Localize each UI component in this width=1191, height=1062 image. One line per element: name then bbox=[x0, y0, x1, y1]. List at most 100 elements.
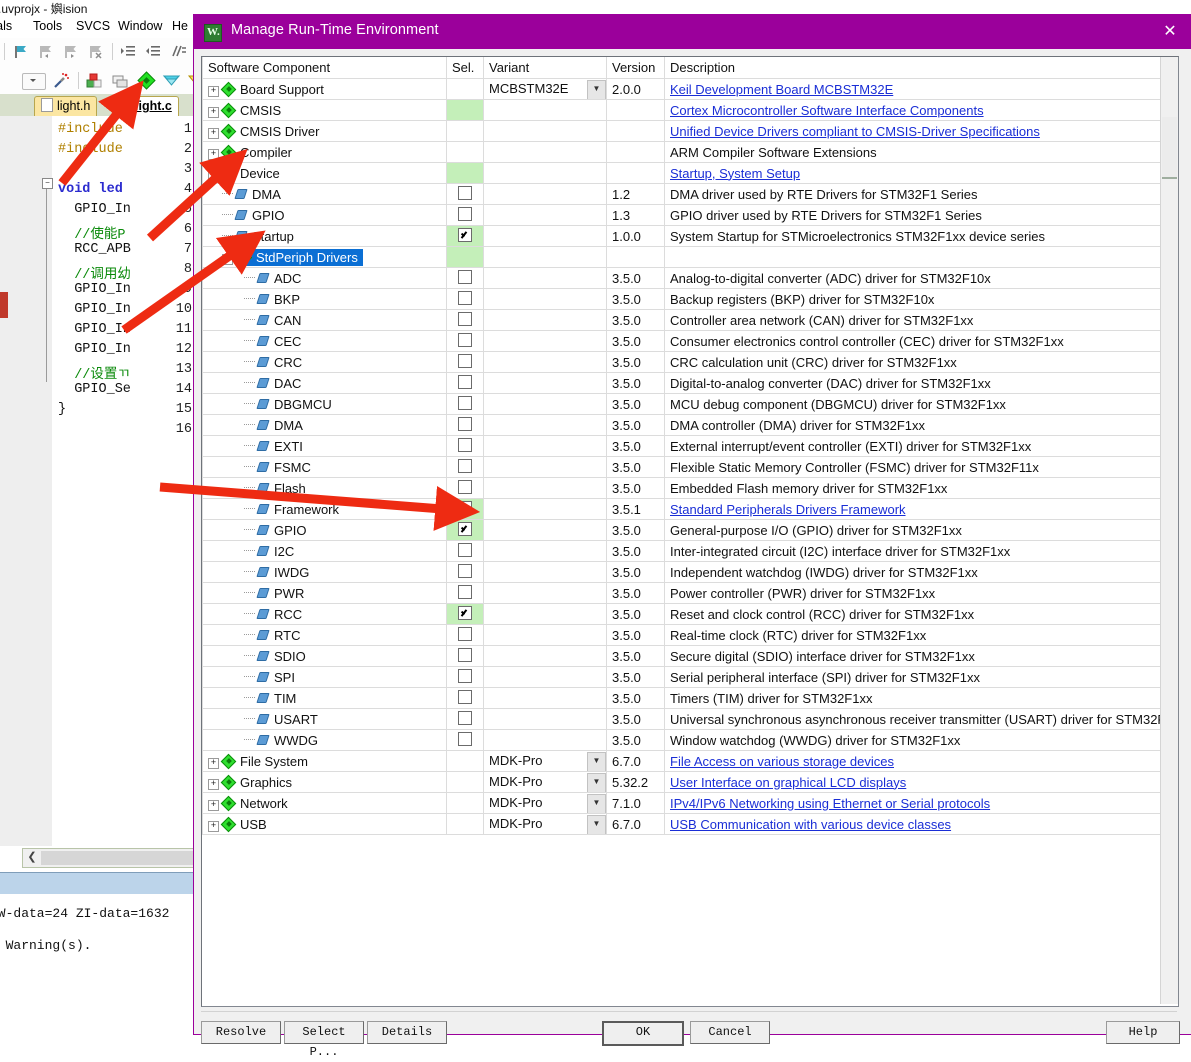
description-link[interactable]: File Access on various storage devices bbox=[670, 754, 894, 769]
variant-cell[interactable] bbox=[483, 687, 607, 709]
selection-cell[interactable] bbox=[446, 477, 484, 499]
selection-cell[interactable] bbox=[446, 78, 484, 100]
component-cell[interactable]: SPI bbox=[202, 666, 447, 688]
variant-cell[interactable] bbox=[483, 225, 607, 247]
table-row[interactable]: + Graphics MDK-Pro ▼ 5.32.2 User Interface on… bbox=[202, 771, 1160, 793]
component-cell[interactable]: CAN bbox=[202, 309, 447, 331]
chevron-down-icon[interactable]: ▼ bbox=[587, 752, 606, 771]
table-row[interactable]: IWDG 3.5.0 Independent watchdog (IWDG) dri… bbox=[202, 561, 1160, 583]
selection-cell[interactable] bbox=[446, 771, 484, 793]
selection-cell[interactable] bbox=[446, 582, 484, 604]
description-cell[interactable]: File Access on various storage devices bbox=[664, 750, 1160, 772]
component-checkbox[interactable] bbox=[458, 333, 472, 347]
table-row[interactable]: FSMC 3.5.0 Flexible Static Memory Controll… bbox=[202, 456, 1160, 478]
variant-cell[interactable] bbox=[483, 540, 607, 562]
tree-expander[interactable]: + bbox=[208, 85, 219, 97]
component-cell[interactable]: - Device bbox=[202, 162, 447, 184]
variant-cell[interactable] bbox=[483, 519, 607, 541]
menu-item-window[interactable]: Window bbox=[118, 19, 162, 33]
component-cell[interactable]: + Graphics bbox=[202, 771, 447, 793]
component-cell[interactable]: FSMC bbox=[202, 456, 447, 478]
column-header-sel[interactable]: Sel. bbox=[446, 57, 484, 79]
tree-expander[interactable]: + bbox=[208, 148, 219, 160]
scroll-left-arrow[interactable]: ❮ bbox=[25, 851, 39, 865]
selection-cell[interactable] bbox=[446, 519, 484, 541]
selection-cell[interactable] bbox=[446, 645, 484, 667]
component-checkbox[interactable] bbox=[458, 228, 472, 242]
variant-cell[interactable]: MCBSTM32E ▼ bbox=[483, 78, 607, 100]
table-row[interactable]: RTC 3.5.0 Real-time clock (RTC) driver for… bbox=[202, 624, 1160, 646]
selection-cell[interactable] bbox=[446, 729, 484, 751]
software-components-grid[interactable]: Software Component Sel. Variant Version … bbox=[202, 57, 1160, 1004]
component-cell[interactable]: + File System bbox=[202, 750, 447, 772]
component-checkbox[interactable] bbox=[458, 417, 472, 431]
component-checkbox[interactable] bbox=[458, 690, 472, 704]
description-link[interactable]: Unified Device Drivers compliant to CMSI… bbox=[670, 124, 1040, 139]
component-cell[interactable]: PWR bbox=[202, 582, 447, 604]
variant-cell[interactable] bbox=[483, 393, 607, 415]
selection-cell[interactable] bbox=[446, 750, 484, 772]
variant-cell[interactable] bbox=[483, 246, 607, 268]
selection-cell[interactable] bbox=[446, 414, 484, 436]
description-cell[interactable]: User Interface on graphical LCD displays bbox=[664, 771, 1160, 793]
chevron-down-icon[interactable]: ▼ bbox=[587, 794, 606, 813]
variant-cell[interactable] bbox=[483, 498, 607, 520]
manage-rte-icon[interactable] bbox=[137, 71, 156, 90]
table-row[interactable]: Flash 3.5.0 Embedded Flash memory driver f… bbox=[202, 477, 1160, 499]
table-row[interactable]: CRC 3.5.0 CRC calculation unit (CRC) drive… bbox=[202, 351, 1160, 373]
variant-cell[interactable] bbox=[483, 330, 607, 352]
table-row[interactable]: + Network MDK-Pro ▼ 7.1.0 IPv4/IPv6 Networkin… bbox=[202, 792, 1160, 814]
component-checkbox[interactable] bbox=[458, 669, 472, 683]
column-header-version[interactable]: Version bbox=[606, 57, 665, 79]
variant-cell[interactable]: MDK-Pro ▼ bbox=[483, 750, 607, 772]
chevron-down-icon[interactable]: ▼ bbox=[587, 815, 606, 834]
selection-cell[interactable] bbox=[446, 288, 484, 310]
component-cell[interactable]: GPIO bbox=[202, 519, 447, 541]
selection-cell[interactable] bbox=[446, 309, 484, 331]
close-icon[interactable]: ✕ bbox=[1148, 15, 1191, 49]
variant-cell[interactable] bbox=[483, 162, 607, 184]
description-cell[interactable]: Unified Device Drivers compliant to CMSI… bbox=[664, 120, 1160, 142]
pack-installer-icon[interactable] bbox=[162, 71, 181, 88]
table-row[interactable]: EXTI 3.5.0 External interrupt/event contro… bbox=[202, 435, 1160, 457]
tree-expander[interactable]: - bbox=[222, 253, 233, 265]
menu-item-tools[interactable]: Tools bbox=[33, 19, 62, 33]
component-cell[interactable]: CRC bbox=[202, 351, 447, 373]
description-link[interactable]: Standard Peripherals Drivers Framework bbox=[670, 502, 906, 517]
table-row[interactable]: + Compiler ARM Compiler Software Extension… bbox=[202, 141, 1160, 163]
selection-cell[interactable] bbox=[446, 267, 484, 289]
component-cell[interactable]: TIM bbox=[202, 687, 447, 709]
table-row[interactable]: GPIO 1.3 GPIO driver used by RTE Drivers f… bbox=[202, 204, 1160, 226]
selection-cell[interactable] bbox=[446, 351, 484, 373]
component-cell[interactable]: BKP bbox=[202, 288, 447, 310]
component-checkbox[interactable] bbox=[458, 585, 472, 599]
description-cell[interactable]: Startup, System Setup bbox=[664, 162, 1160, 184]
tree-expander[interactable]: + bbox=[208, 757, 219, 769]
selection-cell[interactable] bbox=[446, 666, 484, 688]
table-row[interactable]: DAC 3.5.0 Digital-to-analog converter (DAC… bbox=[202, 372, 1160, 394]
component-cell[interactable]: DMA bbox=[202, 414, 447, 436]
component-cell[interactable]: Startup bbox=[202, 225, 447, 247]
component-checkbox[interactable] bbox=[458, 627, 472, 641]
component-checkbox[interactable] bbox=[458, 291, 472, 305]
component-cell[interactable]: EXTI bbox=[202, 435, 447, 457]
comment-lines-icon[interactable] bbox=[170, 43, 187, 60]
description-link[interactable]: Keil Development Board MCBSTM32E bbox=[670, 82, 893, 97]
component-checkbox[interactable] bbox=[458, 711, 472, 725]
batch-build-icon[interactable] bbox=[112, 72, 129, 89]
description-link[interactable]: User Interface on graphical LCD displays bbox=[670, 775, 906, 790]
selection-cell[interactable] bbox=[446, 813, 484, 835]
component-cell[interactable]: + USB bbox=[202, 813, 447, 835]
component-cell[interactable]: - StdPeriph Drivers bbox=[202, 246, 447, 268]
tree-expander[interactable]: + bbox=[208, 127, 219, 139]
component-cell[interactable]: + Network bbox=[202, 792, 447, 814]
variant-cell[interactable] bbox=[483, 141, 607, 163]
variant-cell[interactable] bbox=[483, 435, 607, 457]
table-row[interactable]: TIM 3.5.0 Timers (TIM) driver for STM32F1x… bbox=[202, 687, 1160, 709]
ok-button[interactable]: OK bbox=[602, 1021, 684, 1046]
component-cell[interactable]: Flash bbox=[202, 477, 447, 499]
bookmark-prev-icon[interactable] bbox=[37, 43, 54, 60]
scrollbar-thumb[interactable] bbox=[41, 851, 193, 865]
variant-cell[interactable] bbox=[483, 351, 607, 373]
variant-cell[interactable] bbox=[483, 414, 607, 436]
